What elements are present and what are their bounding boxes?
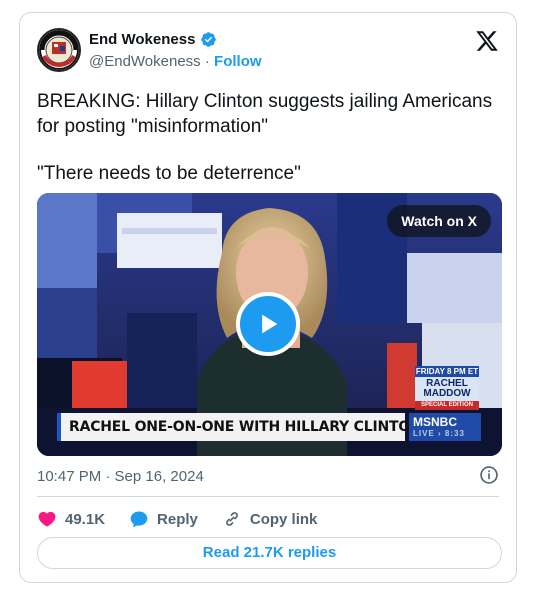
tweet-card: End Wokeness @EndWokeness · Follow BREAK… [19, 12, 517, 583]
show-promo: FRIDAY 8 PM ET RACHEL MADDOW SPECIAL EDI… [415, 366, 479, 410]
video-player[interactable]: Watch on X FRIDAY 8 PM ET RACHEL MADDOW … [37, 193, 502, 456]
author-handle-row: @EndWokeness · Follow [89, 53, 262, 70]
divider [37, 496, 499, 497]
author-avatar[interactable] [37, 28, 81, 72]
reply-button[interactable]: Reply [129, 509, 198, 529]
info-icon[interactable] [479, 465, 499, 485]
watch-on-x-button[interactable]: Watch on X [387, 205, 491, 237]
copy-link-label: Copy link [249, 510, 318, 528]
tweet-text-quote: "There needs to be deterrence" [37, 163, 301, 184]
handle-separator: · [204, 53, 210, 70]
tweet-timestamp[interactable]: 10:47 PM · Sep 16, 2024 [37, 468, 204, 485]
network-name: MSNBC [413, 415, 457, 429]
action-bar: 49.1K Reply Copy link [37, 509, 341, 529]
tweet-text: BREAKING: Hillary Clinton suggests jaili… [37, 89, 507, 186]
copy-link-button[interactable]: Copy link [222, 509, 318, 529]
reply-label: Reply [157, 510, 198, 528]
play-button[interactable] [236, 292, 300, 356]
follow-button[interactable]: Follow [214, 53, 262, 70]
read-replies-button[interactable]: Read 21.7K replies [37, 537, 502, 569]
promo-show-name: RACHEL MADDOW [423, 378, 471, 399]
author-name-row: End Wokeness [89, 31, 217, 48]
play-icon [262, 314, 278, 334]
link-icon [226, 512, 238, 526]
live-indicator: LIVE › 8:33 [413, 429, 465, 438]
news-chyron: RACHEL ONE-ON-ONE WITH HILLARY CLINTON [57, 413, 422, 441]
network-bug: MSNBC LIVE › 8:33 [409, 413, 481, 441]
verified-badge-icon [201, 32, 217, 47]
live-time: 8:33 [444, 429, 465, 438]
author-handle[interactable]: @EndWokeness [89, 53, 201, 70]
tweet-text-line: BREAKING: Hillary Clinton suggests jaili… [37, 91, 493, 137]
like-count: 49.1K [65, 510, 106, 528]
like-button[interactable]: 49.1K [37, 509, 105, 529]
promo-edition: SPECIAL EDITION [415, 401, 479, 410]
x-logo-icon[interactable] [475, 29, 499, 53]
live-label: LIVE [413, 429, 435, 438]
author-display-name[interactable]: End Wokeness [89, 31, 195, 48]
promo-day: FRIDAY 8 PM ET [415, 366, 479, 377]
heart-icon [38, 511, 56, 527]
reply-bubble-icon [130, 511, 148, 528]
